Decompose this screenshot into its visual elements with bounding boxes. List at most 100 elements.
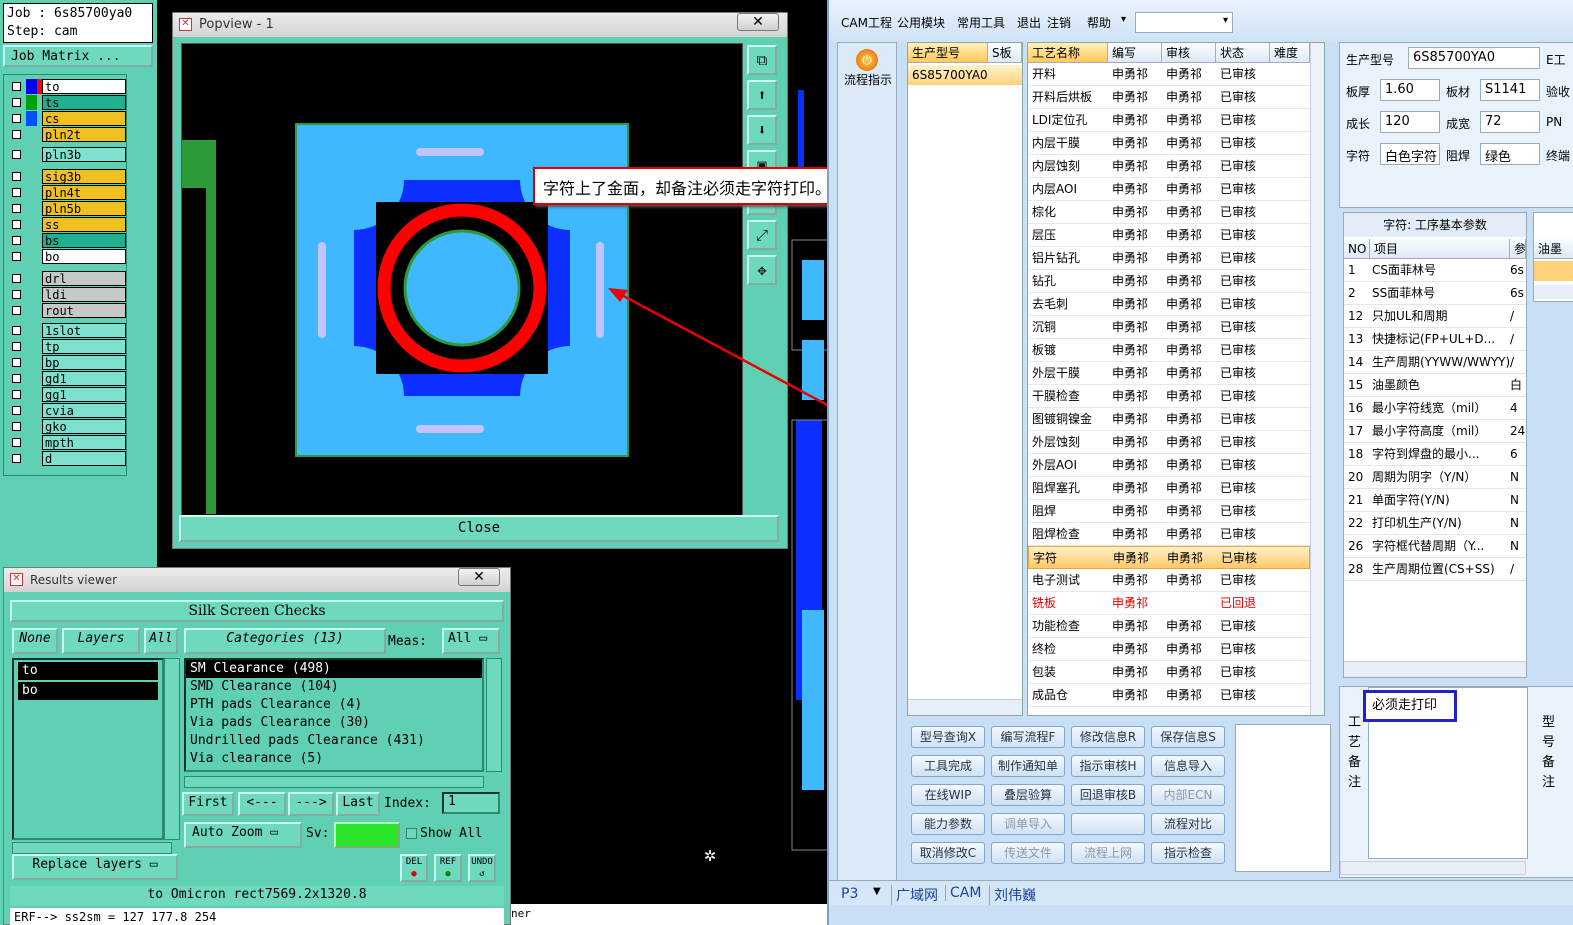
process-row[interactable]: 外层干膜 申勇祁 申勇祁 已审核 — [1028, 362, 1310, 385]
prev-button[interactable]: <--- — [238, 792, 286, 816]
action-button[interactable]: 能力参数 — [911, 813, 985, 835]
process-row[interactable]: 层压 申勇祁 申勇祁 已审核 — [1028, 224, 1310, 247]
index-input[interactable]: 1 — [442, 792, 500, 814]
process-row[interactable]: 内层AOI 申勇祁 申勇祁 已审核 — [1028, 178, 1310, 201]
process-row[interactable]: 开料 申勇祁 申勇祁 已审核 — [1028, 63, 1310, 86]
param-row[interactable]: 20 周期为阴字（Y/N） N — [1344, 466, 1526, 489]
meas-dropdown[interactable]: All ▭ — [442, 628, 500, 654]
process-row[interactable]: 包装 申勇祁 申勇祁 已审核 — [1028, 661, 1310, 684]
process-row[interactable]: 阻焊 申勇祁 申勇祁 已审核 — [1028, 500, 1310, 523]
action-button[interactable]: 指示审核H — [1071, 755, 1145, 777]
menu-combobox[interactable]: ▾ — [1135, 12, 1233, 33]
action-button[interactable]: 在线WIP — [911, 784, 985, 806]
params-column-header[interactable]: 参 — [1510, 239, 1526, 259]
flow-button-label[interactable]: 流程指示 — [840, 71, 896, 88]
flow-icon[interactable]: ⏻ — [856, 49, 878, 71]
process-row[interactable]: 内层干膜 申勇祁 申勇祁 已审核 — [1028, 132, 1310, 155]
menu-item[interactable]: 常用工具 — [957, 14, 1005, 31]
process-row[interactable]: 阻焊检查 申勇祁 申勇祁 已审核 — [1028, 523, 1310, 546]
info-len-field[interactable]: 120 — [1380, 111, 1440, 133]
process-row[interactable]: 成品仓 申勇祁 申勇祁 已审核 — [1028, 684, 1310, 707]
process-row[interactable]: 铝片钻孔 申勇祁 申勇祁 已审核 — [1028, 247, 1310, 270]
param-row[interactable]: 17 最小字符高度（mil） 24 — [1344, 420, 1526, 443]
action-button[interactable]: 修改信息R — [1071, 726, 1145, 748]
layer-results-list[interactable]: to bo — [12, 658, 164, 840]
process-scrollbar[interactable] — [1310, 43, 1324, 715]
process-note-field[interactable]: 必须走打印 — [1363, 687, 1528, 859]
process-row[interactable]: 铣板 申勇祁 已回退 — [1028, 592, 1310, 615]
none-button[interactable]: None — [12, 628, 58, 654]
first-button[interactable]: First — [182, 792, 234, 816]
action-button[interactable]: 指示检查 — [1151, 842, 1225, 864]
s-board-header[interactable]: S板 — [988, 43, 1022, 63]
results-titlebar[interactable]: ✕ Results viewer — [4, 568, 510, 592]
process-row[interactable]: 去毛刺 申勇祁 申勇祁 已审核 — [1028, 293, 1310, 316]
action-button[interactable]: 工具完成 — [911, 755, 985, 777]
param-row[interactable]: 28 生产周期位置(CS+SS) / — [1344, 558, 1526, 581]
process-row[interactable]: 电子测试 申勇祁 申勇祁 已审核 — [1028, 569, 1310, 592]
process-row[interactable]: 阻焊塞孔 申勇祁 申勇祁 已审核 — [1028, 477, 1310, 500]
sv-color-dropdown[interactable] — [334, 822, 400, 848]
process-row[interactable]: 钻孔 申勇祁 申勇祁 已审核 — [1028, 270, 1310, 293]
category-item[interactable]: Undrilled pads Clearance (431) — [186, 732, 482, 750]
menu-item[interactable]: CAM工程 — [841, 14, 892, 31]
process-row[interactable]: 图镀铜镍金 申勇祁 申勇祁 已审核 — [1028, 408, 1310, 431]
model-header[interactable]: 生产型号 — [908, 43, 988, 63]
action-button[interactable]: 保存信息S — [1151, 726, 1225, 748]
action-button[interactable]: 调单导入 — [991, 813, 1065, 835]
info-thick-field[interactable]: 1.60 — [1380, 79, 1440, 101]
param-row[interactable]: 13 快捷标记(FP+UL+D... / — [1344, 328, 1526, 351]
result-layer-item[interactable]: to — [18, 662, 158, 680]
category-list-scrollbar[interactable] — [486, 658, 502, 772]
undo-button[interactable]: UNDO ↺ — [468, 854, 496, 882]
category-hscrollbar[interactable] — [184, 776, 484, 788]
side-row[interactable] — [1534, 261, 1573, 281]
info-mask-field[interactable]: 绿色 — [1480, 143, 1540, 165]
param-row[interactable]: 26 字符框代替周期（Y... N — [1344, 535, 1526, 558]
action-button[interactable]: 回退审核B — [1071, 784, 1145, 806]
layer-list-scrollbar[interactable] — [164, 658, 180, 840]
params-column-header[interactable]: NO — [1344, 239, 1370, 259]
menu-item[interactable]: 帮助 — [1087, 14, 1111, 31]
process-row[interactable]: 终检 申勇祁 申勇祁 已审核 — [1028, 638, 1310, 661]
category-item[interactable]: PTH pads Clearance (4) — [186, 696, 482, 714]
action-button[interactable]: 传送文件 — [991, 842, 1065, 864]
process-row[interactable]: 外层蚀刻 申勇祁 申勇祁 已审核 — [1028, 431, 1310, 454]
model-hscrollbar[interactable] — [908, 699, 1022, 715]
side-scrollbar[interactable] — [1534, 285, 1573, 299]
param-row[interactable]: 12 只加UL和周期 / — [1344, 305, 1526, 328]
ref-button[interactable]: REF ● — [434, 854, 462, 882]
process-row[interactable]: 字符 申勇祁 申勇祁 已审核 — [1028, 546, 1310, 569]
process-column-header[interactable]: 难度 — [1270, 43, 1310, 63]
info-model-field[interactable]: 6S85700YA0 — [1408, 47, 1540, 69]
all-button[interactable]: All — [144, 628, 178, 654]
menu-item[interactable]: 公用模块 — [897, 14, 945, 31]
menu-item[interactable]: 注销 — [1047, 14, 1071, 31]
action-button[interactable]: 内部ECN — [1151, 784, 1225, 806]
process-column-header[interactable]: 审核 — [1162, 43, 1216, 63]
info-wid-field[interactable]: 72 — [1480, 111, 1540, 133]
replace-layers-dropdown[interactable]: Replace layers ▭ — [12, 854, 178, 880]
status-p3[interactable]: P3 — [841, 886, 858, 902]
notes-hscrollbar[interactable] — [1340, 861, 1526, 875]
next-button[interactable]: ---> — [288, 792, 334, 816]
action-button[interactable]: 型号查询X — [911, 726, 985, 748]
action-button[interactable] — [1071, 813, 1145, 835]
param-row[interactable]: 22 打印机生产(Y/N) N — [1344, 512, 1526, 535]
process-row[interactable]: 外层AOI 申勇祁 申勇祁 已审核 — [1028, 454, 1310, 477]
process-row[interactable]: LDI定位孔 申勇祁 申勇祁 已审核 — [1028, 109, 1310, 132]
layers-button[interactable]: Layers — [62, 628, 140, 654]
param-row[interactable]: 21 单面字符(Y/N) N — [1344, 489, 1526, 512]
result-layer-item[interactable]: bo — [18, 682, 158, 700]
param-row[interactable]: 15 油墨颜色 白 — [1344, 374, 1526, 397]
process-column-header[interactable]: 状态 — [1216, 43, 1270, 63]
action-button[interactable]: 流程上网 — [1071, 842, 1145, 864]
action-button[interactable]: 取消修改C — [911, 842, 985, 864]
results-close-icon[interactable]: ✕ — [458, 568, 500, 586]
category-item[interactable]: Via pads Clearance (30) — [186, 714, 482, 732]
process-column-header[interactable]: 工艺名称 — [1028, 43, 1108, 63]
param-row[interactable]: 14 生产周期(YYWW/WWYY)/ — [1344, 351, 1526, 374]
process-row[interactable]: 板镀 申勇祁 申勇祁 已审核 — [1028, 339, 1310, 362]
del-button[interactable]: DEL ● — [400, 854, 428, 882]
params-hscrollbar[interactable] — [1344, 661, 1526, 677]
